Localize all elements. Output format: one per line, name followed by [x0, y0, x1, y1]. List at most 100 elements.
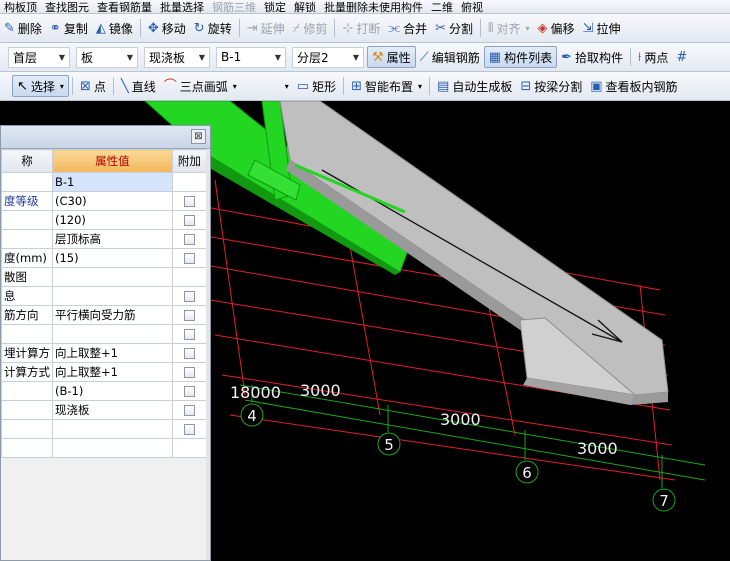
batch-select-button[interactable]: 批量选择	[156, 0, 208, 14]
value-column-header[interactable]: 属性值	[52, 149, 173, 173]
property-value[interactable]	[52, 419, 173, 439]
property-value[interactable]: B-1	[52, 172, 173, 192]
property-row[interactable]	[1, 324, 208, 344]
property-row[interactable]: 度(mm) (15)	[1, 248, 208, 268]
offset-icon: ◈	[537, 20, 548, 36]
align-icon: ⫴	[488, 20, 494, 36]
type-select[interactable]: 板 ▼	[76, 46, 138, 68]
property-value[interactable]: 层顶标高	[52, 229, 173, 249]
property-row[interactable]: 埋计算方 向上取整+1	[1, 343, 208, 363]
property-value[interactable]	[52, 286, 173, 306]
property-row[interactable]: 现浇板	[1, 400, 208, 420]
properties-button[interactable]: ⚒ 属性	[367, 46, 416, 68]
arc-button[interactable]: ⌒ 三点画弧 ▾	[160, 75, 241, 97]
dropdown-arrow-icon: ▾	[525, 23, 530, 33]
top-view-button[interactable]: 俯视	[457, 0, 487, 14]
copy-button[interactable]: ⚭ 复制	[46, 17, 92, 39]
view-2d-button[interactable]: 二维	[427, 0, 457, 14]
property-row[interactable]	[1, 438, 208, 458]
draw-toolbar: ↖ 选择 ▾ ⊠ 点 ╲ 直线 ⌒ 三点画弧 ▾ ▾ ▭ 矩形 ⊞ 智能布置 ▾ ▤ 自动生成板 ⊟…	[0, 72, 730, 101]
property-row[interactable]: 筋方向 平行横向受力筋	[1, 305, 208, 325]
two-points-button[interactable]: ⟊ 两点	[634, 46, 672, 68]
extra-checkbox[interactable]	[183, 310, 195, 321]
board-top-button[interactable]: 构板顶	[0, 0, 41, 14]
extra-checkbox[interactable]	[183, 367, 195, 378]
property-value[interactable]: 向上取整+1	[52, 343, 173, 363]
split-button[interactable]: ✂ 分割	[431, 17, 477, 39]
component-list-button[interactable]: ▦ 构件列表	[483, 46, 558, 68]
component-select[interactable]: B-1 ▼	[216, 46, 286, 68]
property-row[interactable]: 度等级 (C30)	[1, 191, 208, 211]
property-value[interactable]: 现浇板	[52, 400, 173, 420]
close-icon[interactable]: ⊠	[191, 129, 206, 144]
extra-checkbox[interactable]	[183, 196, 195, 207]
property-value[interactable]	[52, 438, 173, 458]
property-value[interactable]: 平行横向受力筋	[52, 305, 173, 325]
unlock-button[interactable]: 解锁	[290, 0, 320, 14]
move-button[interactable]: ✥ 移动	[144, 17, 190, 39]
property-row[interactable]: (B-1)	[1, 381, 208, 401]
find-element-button[interactable]: 查找图元	[41, 0, 93, 14]
more-dropdown[interactable]: ▾	[279, 75, 293, 97]
beam-split-button[interactable]: ⊟ 按梁分割	[516, 75, 586, 97]
extra-column-header[interactable]: 附加	[171, 149, 208, 173]
rebar-3d-button[interactable]: 钢筋三维	[208, 0, 260, 14]
property-row[interactable]: (120)	[1, 210, 208, 230]
batch-delete-button[interactable]: 批量删除未使用构件	[320, 0, 427, 14]
panel-titlebar[interactable]: ⊠	[1, 126, 210, 149]
subtype-select[interactable]: 现浇板 ▼	[144, 46, 210, 68]
stretch-button[interactable]: ⇲ 拉伸	[579, 17, 625, 39]
edit-rebar-button[interactable]: ⟋ 编辑钢筋	[416, 46, 484, 68]
grid-button[interactable]: #	[672, 46, 691, 68]
point-button[interactable]: ⊠ 点	[76, 75, 110, 97]
line-label: 直线	[131, 79, 156, 94]
floor-select[interactable]: 首层 ▼	[8, 46, 70, 68]
mirror-button[interactable]: ◭ 镜像	[92, 17, 137, 39]
property-value[interactable]: (C30)	[52, 191, 173, 211]
extra-checkbox[interactable]	[183, 234, 195, 245]
line-button[interactable]: ╲ 直线	[117, 75, 160, 97]
dropdown-arrow-icon: ▾	[232, 81, 237, 91]
subtype-value: 现浇板	[149, 50, 186, 65]
auto-gen-button[interactable]: ▤ 自动生成板	[433, 75, 516, 97]
smart-layout-button[interactable]: ⊞ 智能布置 ▾	[347, 75, 426, 97]
extra-checkbox[interactable]	[183, 291, 195, 302]
extra-checkbox[interactable]	[183, 386, 195, 397]
property-row[interactable]: 层顶标高	[1, 229, 208, 249]
select-button[interactable]: ↖ 选择 ▾	[12, 75, 69, 97]
property-row[interactable]: 散图	[1, 267, 208, 287]
extend-button[interactable]: ⇥ 延伸	[243, 17, 289, 39]
extra-checkbox[interactable]	[183, 215, 195, 226]
view-rebar-button[interactable]: ▣ 查看板内钢筋	[586, 75, 681, 97]
rotate-button[interactable]: ↻ 旋转	[190, 17, 236, 39]
property-row[interactable]	[1, 419, 208, 439]
merge-label: 合并	[403, 21, 428, 36]
property-value[interactable]: (B-1)	[52, 381, 173, 401]
layer-select[interactable]: 分层2 ▼	[292, 46, 364, 68]
name-column-header[interactable]: 称	[1, 149, 53, 173]
extra-checkbox[interactable]	[183, 253, 195, 264]
extra-checkbox[interactable]	[183, 348, 195, 359]
property-row[interactable]: 息	[1, 286, 208, 306]
extra-checkbox[interactable]	[183, 405, 195, 416]
view-rebar-qty-button[interactable]: 查看钢筋量	[93, 0, 156, 14]
extra-checkbox[interactable]	[183, 424, 195, 435]
trim-button[interactable]: ⌿ 修剪	[289, 17, 332, 39]
rect-button[interactable]: ▭ 矩形	[293, 75, 340, 97]
property-value[interactable]: (120)	[52, 210, 173, 230]
property-value[interactable]	[52, 267, 173, 287]
break-button[interactable]: ⊹ 打断	[338, 17, 384, 39]
property-value[interactable]: (15)	[52, 248, 173, 268]
extra-checkbox[interactable]	[183, 329, 195, 340]
align-button[interactable]: ⫴ 对齐 ▾	[484, 17, 534, 39]
merge-button[interactable]: ⫘ 合并	[384, 17, 431, 39]
panel-scrollbar[interactable]	[206, 149, 210, 560]
property-row[interactable]: B-1	[1, 172, 208, 192]
delete-button[interactable]: ✎ 删除	[0, 17, 46, 39]
property-value[interactable]	[52, 324, 173, 344]
property-row[interactable]: 计算方式 向上取整+1	[1, 362, 208, 382]
offset-button[interactable]: ◈ 偏移	[534, 17, 579, 39]
property-value[interactable]: 向上取整+1	[52, 362, 173, 382]
pick-component-button[interactable]: ✒ 拾取构件	[557, 46, 627, 68]
lock-button[interactable]: 锁定	[260, 0, 290, 14]
